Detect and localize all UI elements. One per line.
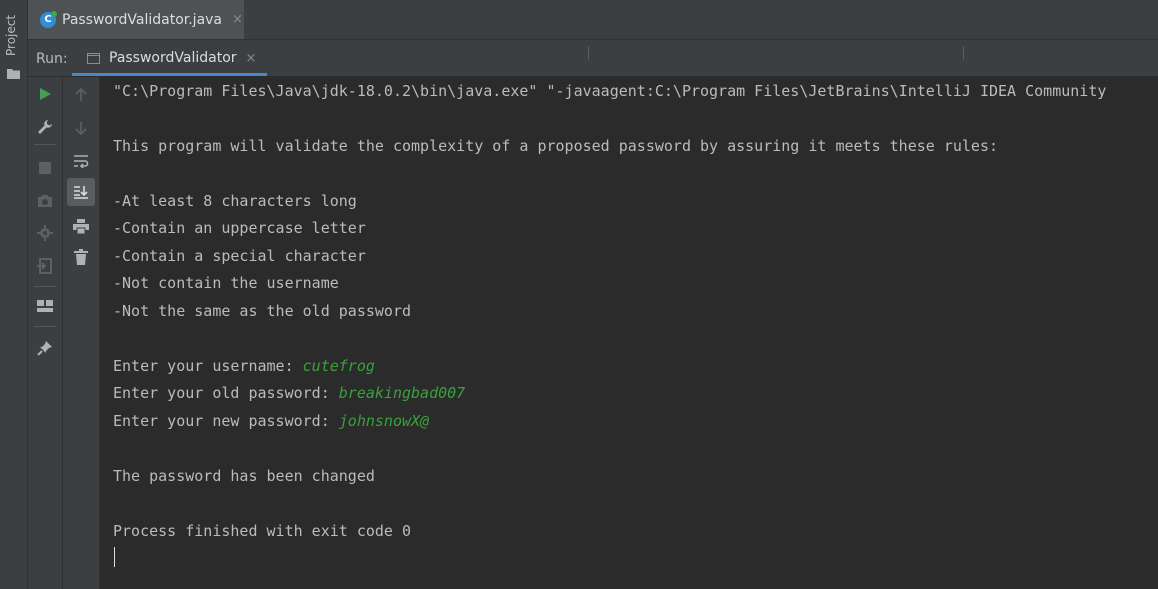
console-intro: This program will validate the complexit… xyxy=(113,137,999,155)
java-class-icon: C xyxy=(40,10,57,28)
trash-icon xyxy=(74,249,88,265)
divider xyxy=(34,144,56,145)
editor-tab-passwordvalidator[interactable]: C PasswordValidator.java × xyxy=(28,0,244,39)
editor-tab-bar: C PasswordValidator.java × xyxy=(28,0,1158,40)
new-password-prompt: Enter your new password: xyxy=(113,412,339,430)
thread-dump-button[interactable] xyxy=(28,187,62,215)
close-icon[interactable]: × xyxy=(246,51,257,66)
console-icon xyxy=(87,52,100,64)
camera-icon xyxy=(38,195,52,207)
text-caret xyxy=(114,547,115,567)
username-prompt: Enter your username: xyxy=(113,357,303,375)
active-tab-indicator xyxy=(72,73,267,76)
console-rule: -Not the same as the old password xyxy=(113,302,412,320)
console-rule: -Contain a special character xyxy=(113,247,366,265)
print-button[interactable] xyxy=(63,212,99,240)
stop-icon xyxy=(39,162,51,174)
divider xyxy=(963,46,964,60)
console-rule: -At least 8 characters long xyxy=(113,192,357,210)
run-window-header: Run: PasswordValidator × xyxy=(28,40,1158,77)
down-button[interactable] xyxy=(63,114,99,142)
settings-button[interactable] xyxy=(28,219,62,247)
username-input-value: cutefrog xyxy=(302,357,375,375)
soft-wrap-button[interactable] xyxy=(63,147,99,175)
run-label: Run: xyxy=(36,51,68,67)
old-password-input-value: breakingbad007 xyxy=(338,384,466,402)
layout-button[interactable] xyxy=(28,293,62,321)
pin-tab-button[interactable] xyxy=(28,334,62,362)
up-button[interactable] xyxy=(63,81,99,109)
soft-wrap-icon xyxy=(74,155,89,168)
divider xyxy=(34,326,56,327)
stop-button[interactable] xyxy=(28,154,62,182)
console-exit-status: Process finished with exit code 0 xyxy=(113,522,412,540)
editor-tab-label: PasswordValidator.java xyxy=(62,11,223,28)
divider xyxy=(588,46,589,60)
print-icon xyxy=(73,218,89,234)
up-arrow-icon xyxy=(75,88,87,101)
rerun-icon xyxy=(40,88,51,100)
down-arrow-icon xyxy=(75,122,87,135)
new-password-input-value: johnsnowX@ xyxy=(338,412,430,430)
old-password-prompt: Enter your old password: xyxy=(113,384,339,402)
old-password-prompt-line: Enter your old password: breakingbad007 xyxy=(113,384,465,402)
left-tool-strip: Project xyxy=(0,0,28,589)
divider xyxy=(34,286,56,287)
close-icon[interactable]: × xyxy=(232,12,243,27)
clear-all-button[interactable] xyxy=(63,243,99,271)
edit-configuration-button[interactable] xyxy=(28,113,62,141)
new-password-prompt-line: Enter your new password: johnsnowX@ xyxy=(113,412,429,430)
console-result: The password has been changed xyxy=(113,467,375,485)
pin-icon xyxy=(37,341,52,356)
scroll-to-end-button[interactable] xyxy=(67,178,95,206)
console-rule: -Contain an uppercase letter xyxy=(113,219,366,237)
run-tab-passwordvalidator[interactable]: PasswordValidator × xyxy=(72,40,267,76)
layout-icon xyxy=(37,300,53,312)
console-output[interactable]: "C:\Program Files\Java\jdk-18.0.2\bin\ja… xyxy=(100,77,1158,589)
username-prompt-line: Enter your username: cutefrog xyxy=(113,357,375,375)
settings-gear-icon xyxy=(37,225,53,241)
project-tool-tab[interactable]: Project xyxy=(0,6,27,79)
exit-icon xyxy=(37,258,52,274)
scroll-to-end-icon xyxy=(74,186,88,199)
rerun-button[interactable] xyxy=(28,80,62,108)
console-command-line: "C:\Program Files\Java\jdk-18.0.2\bin\ja… xyxy=(113,82,1107,100)
run-toolbar-secondary xyxy=(63,77,100,589)
exit-button[interactable] xyxy=(28,252,62,280)
run-tab-label: PasswordValidator xyxy=(109,50,237,66)
folder-icon xyxy=(7,69,20,79)
project-tab-label: Project xyxy=(4,14,18,56)
wrench-icon xyxy=(38,120,52,134)
console-rule: -Not contain the username xyxy=(113,274,339,292)
run-toolbar-primary xyxy=(28,77,63,589)
